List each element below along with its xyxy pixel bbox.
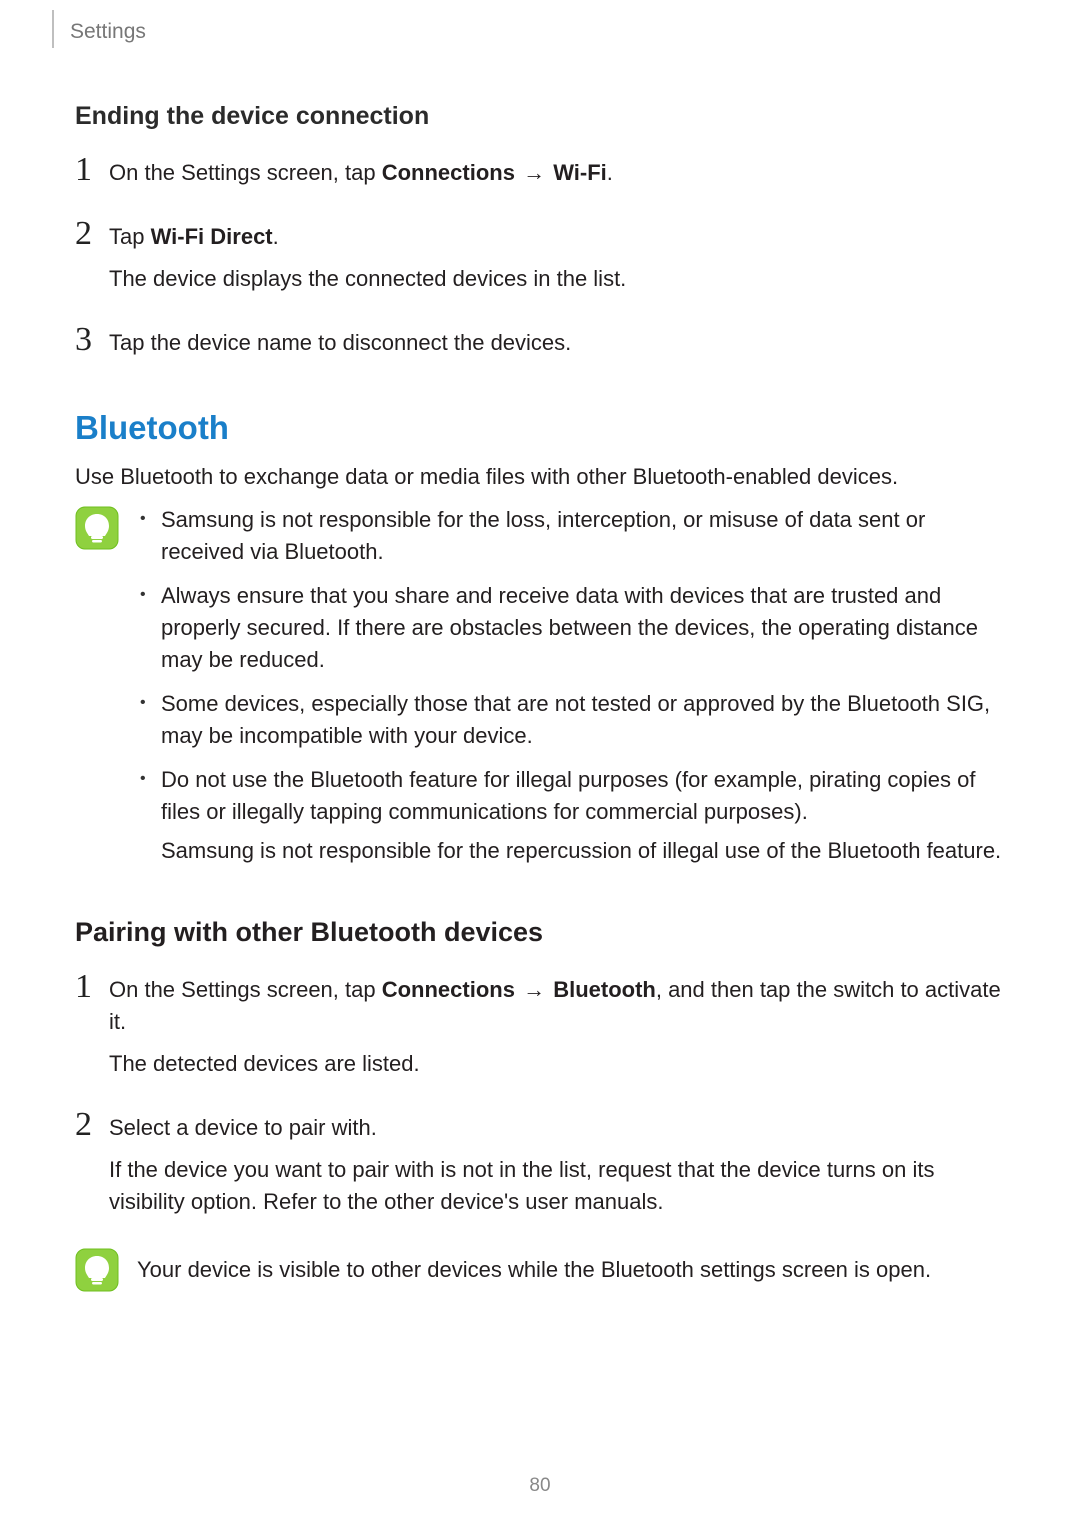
note-icon xyxy=(75,1246,137,1292)
bold-text: Bluetooth xyxy=(553,977,656,1002)
text: Tap xyxy=(109,224,151,249)
tip-text: Your device is visible to other devices … xyxy=(137,1246,1005,1298)
step-body: Select a device to pair with. If the dev… xyxy=(109,1108,1005,1228)
step-3: 3 Tap the device name to disconnect the … xyxy=(75,323,1005,369)
note-item: Always ensure that you share and receive… xyxy=(137,580,1005,676)
note-text: Samsung is not responsible for the loss,… xyxy=(137,504,1005,879)
step-number: 1 xyxy=(75,970,109,1004)
subheading-ending-connection: Ending the device connection xyxy=(75,102,1005,131)
text: . xyxy=(273,224,279,249)
steps-pairing: 1 On the Settings screen, tap Connection… xyxy=(75,970,1005,1227)
step-body: On the Settings screen, tap Connections … xyxy=(109,153,1005,199)
note-item: Some devices, especially those that are … xyxy=(137,688,1005,752)
page-content: Ending the device connection 1 On the Se… xyxy=(75,32,1005,1298)
step-number: 2 xyxy=(75,217,109,251)
step-body: Tap Wi-Fi Direct. The device displays th… xyxy=(109,217,1005,305)
header-divider xyxy=(52,10,54,48)
text: Tap the device name to disconnect the de… xyxy=(109,327,1005,359)
step-2: 2 Tap Wi-Fi Direct. The device displays … xyxy=(75,217,1005,305)
note-bullets: Samsung is not responsible for the loss,… xyxy=(137,504,1005,867)
page-number: 80 xyxy=(0,1475,1080,1497)
callout-notes: Samsung is not responsible for the loss,… xyxy=(75,504,1005,879)
step-1: 1 On the Settings screen, tap Connection… xyxy=(75,970,1005,1090)
bold-text: Connections xyxy=(382,977,515,1002)
steps-ending-connection: 1 On the Settings screen, tap Connection… xyxy=(75,153,1005,369)
subheading-pairing: Pairing with other Bluetooth devices xyxy=(75,917,1005,948)
text: . xyxy=(607,160,613,185)
text: Samsung is not responsible for the reper… xyxy=(161,835,1005,867)
note-icon xyxy=(75,504,137,550)
bold-text: Wi-Fi Direct xyxy=(151,224,273,249)
arrow-icon: → xyxy=(515,977,553,1002)
section-title-bluetooth: Bluetooth xyxy=(75,409,1005,447)
step-body: Tap the device name to disconnect the de… xyxy=(109,323,1005,369)
bold-text: Wi-Fi xyxy=(553,160,607,185)
header-section-label: Settings xyxy=(70,20,146,44)
callout-tip: Your device is visible to other devices … xyxy=(75,1246,1005,1298)
step-extra: The detected devices are listed. xyxy=(109,1048,1005,1080)
arrow-icon: → xyxy=(515,160,553,185)
step-extra: If the device you want to pair with is n… xyxy=(109,1154,1005,1218)
note-item: Samsung is not responsible for the loss,… xyxy=(137,504,1005,568)
step-body: On the Settings screen, tap Connections … xyxy=(109,970,1005,1090)
bold-text: Connections xyxy=(382,160,515,185)
step-number: 2 xyxy=(75,1108,109,1142)
step-number: 1 xyxy=(75,153,109,187)
bluetooth-intro: Use Bluetooth to exchange data or media … xyxy=(75,461,1005,493)
step-extra: The device displays the connected device… xyxy=(109,263,1005,295)
text: Your device is visible to other devices … xyxy=(137,1246,1005,1286)
text: Select a device to pair with. xyxy=(109,1112,1005,1144)
step-2: 2 Select a device to pair with. If the d… xyxy=(75,1108,1005,1228)
text: On the Settings screen, tap xyxy=(109,977,382,1002)
note-item: Do not use the Bluetooth feature for ill… xyxy=(137,764,1005,868)
text: On the Settings screen, tap xyxy=(109,160,382,185)
step-1: 1 On the Settings screen, tap Connection… xyxy=(75,153,1005,199)
step-number: 3 xyxy=(75,323,109,357)
text: Do not use the Bluetooth feature for ill… xyxy=(161,767,975,824)
